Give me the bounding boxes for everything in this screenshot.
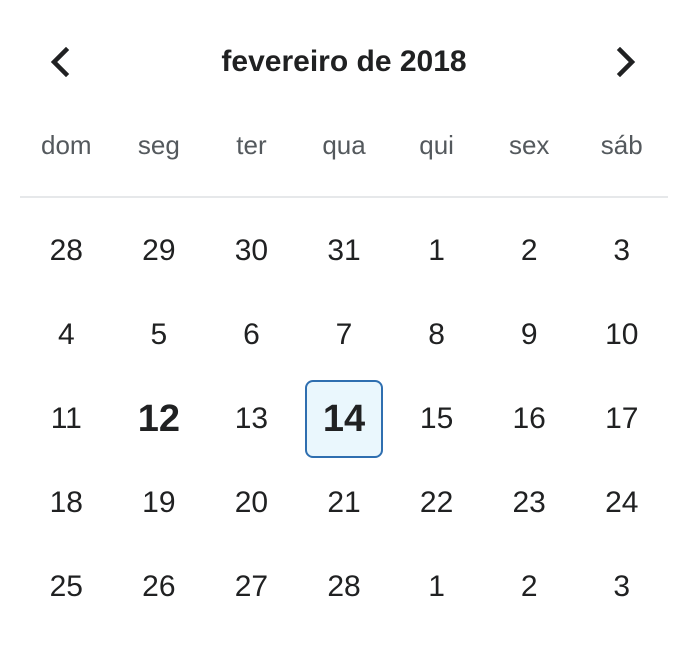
day-number: 18 (49, 486, 83, 519)
day-cell[interactable]: 26 (113, 545, 206, 629)
day-cell[interactable]: 17 (575, 377, 668, 461)
day-cell[interactable]: 11 (20, 377, 113, 461)
weekday-header-row: dom seg ter qua qui sex sáb (20, 125, 668, 165)
chevron-right-icon (616, 47, 636, 77)
day-number: 8 (428, 318, 445, 351)
day-cell[interactable]: 13 (205, 377, 298, 461)
weekday-thursday: qui (419, 130, 454, 160)
weekday-tuesday: ter (236, 130, 267, 160)
header-divider (20, 196, 668, 198)
day-number: 2 (520, 570, 538, 603)
today-day-cell[interactable]: 12 (113, 377, 206, 461)
day-number: 1 (428, 234, 445, 267)
month-title[interactable]: fevereiro de 2018 (0, 44, 688, 80)
day-cell[interactable]: 19 (113, 461, 206, 545)
day-cell[interactable]: 18 (20, 461, 113, 545)
day-cell[interactable]: 29 (113, 209, 206, 293)
day-number: 14 (305, 380, 384, 458)
day-cell[interactable]: 28 (20, 209, 113, 293)
calendar-week-row: 28 29 30 31 1 2 3 (20, 209, 668, 293)
day-number: 25 (49, 570, 83, 603)
day-cell[interactable]: 16 (483, 377, 576, 461)
day-cell[interactable]: 3 (575, 209, 668, 293)
day-cell[interactable]: 10 (575, 293, 668, 377)
day-grid: 28 29 30 31 1 2 3 4 5 6 7 8 9 10 11 12 13 14 15 16 17 18 19 20 2… (20, 209, 668, 629)
day-cell[interactable]: 8 (390, 293, 483, 377)
day-number: 31 (327, 234, 361, 267)
day-number: 4 (57, 318, 75, 351)
day-cell[interactable]: 2 (483, 209, 576, 293)
calendar-header: fevereiro de 2018 (0, 30, 688, 94)
date-picker-calendar: fevereiro de 2018 dom seg ter qua qui se… (0, 0, 688, 650)
day-number: 23 (512, 486, 546, 519)
day-number: 5 (150, 318, 168, 351)
day-cell[interactable]: 31 (298, 209, 391, 293)
day-cell[interactable]: 3 (575, 545, 668, 629)
selected-day-cell[interactable]: 14 (298, 377, 391, 461)
day-number: 11 (50, 402, 82, 435)
day-number: 26 (142, 570, 176, 603)
weekday-monday: seg (137, 130, 180, 160)
day-number: 28 (327, 570, 361, 603)
day-number: 19 (142, 486, 176, 519)
day-number: 16 (512, 402, 546, 435)
day-cell[interactable]: 15 (390, 377, 483, 461)
day-number: 1 (428, 570, 445, 603)
day-cell[interactable]: 1 (390, 545, 483, 629)
day-number: 17 (605, 402, 639, 435)
day-cell[interactable]: 30 (205, 209, 298, 293)
day-number: 6 (243, 318, 260, 351)
day-cell[interactable]: 25 (20, 545, 113, 629)
calendar-week-row: 4 5 6 7 8 9 10 (20, 293, 668, 377)
day-number: 13 (234, 402, 269, 435)
day-number: 24 (605, 486, 639, 519)
day-cell[interactable]: 27 (205, 545, 298, 629)
day-cell[interactable]: 6 (205, 293, 298, 377)
day-cell[interactable]: 24 (575, 461, 668, 545)
day-cell[interactable]: 28 (298, 545, 391, 629)
day-number: 7 (335, 318, 353, 351)
day-number: 27 (234, 570, 269, 603)
calendar-week-row: 11 12 13 14 15 16 17 (20, 377, 668, 461)
day-number: 12 (137, 397, 180, 440)
day-cell[interactable]: 7 (298, 293, 391, 377)
day-number: 20 (234, 486, 269, 519)
day-number: 30 (234, 234, 269, 267)
day-cell[interactable]: 20 (205, 461, 298, 545)
day-number: 15 (419, 402, 454, 435)
day-cell[interactable]: 23 (483, 461, 576, 545)
day-cell[interactable]: 22 (390, 461, 483, 545)
day-number: 21 (327, 486, 361, 519)
calendar-week-row: 25 26 27 28 1 2 3 (20, 545, 668, 629)
day-number: 28 (49, 234, 83, 267)
day-cell[interactable]: 2 (483, 545, 576, 629)
weekday-friday: sex (508, 130, 550, 160)
day-cell[interactable]: 5 (113, 293, 206, 377)
weekday-saturday: sáb (600, 130, 643, 160)
day-number: 9 (520, 318, 538, 351)
day-number: 29 (142, 234, 176, 267)
day-number: 3 (613, 570, 631, 603)
day-number: 3 (613, 234, 631, 267)
next-month-button[interactable] (606, 42, 646, 82)
calendar-week-row: 18 19 20 21 22 23 24 (20, 461, 668, 545)
day-cell[interactable]: 21 (298, 461, 391, 545)
weekday-wednesday: qua (322, 130, 366, 160)
day-number: 22 (419, 486, 454, 519)
weekday-sunday: dom (41, 130, 92, 160)
day-cell[interactable]: 9 (483, 293, 576, 377)
day-number: 2 (520, 234, 538, 267)
day-cell[interactable]: 1 (390, 209, 483, 293)
day-cell[interactable]: 4 (20, 293, 113, 377)
day-number: 10 (605, 318, 639, 351)
